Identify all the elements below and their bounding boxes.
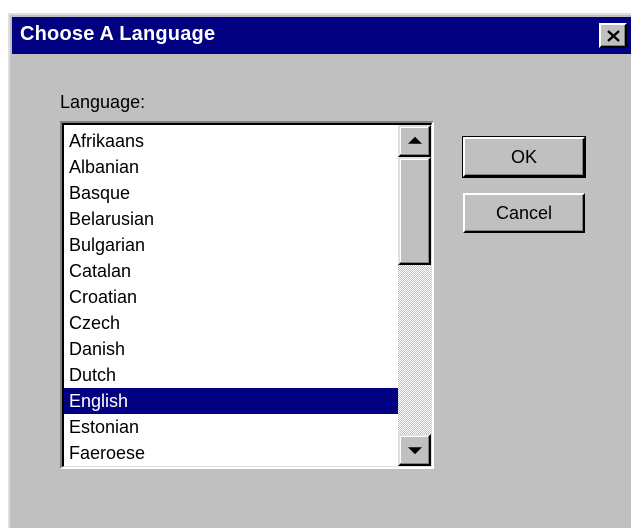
- dialog-title: Choose A Language: [20, 23, 216, 45]
- scroll-up-button[interactable]: [398, 125, 431, 157]
- list-item[interactable]: Czech: [64, 310, 401, 336]
- scroll-down-arrow-icon: [407, 447, 422, 455]
- list-item-selected[interactable]: English: [64, 388, 401, 414]
- scroll-up-arrow-icon: [407, 136, 422, 144]
- title-bar: Choose A Language: [12, 17, 631, 54]
- vertical-scrollbar[interactable]: [398, 125, 431, 466]
- ok-button[interactable]: OK: [462, 136, 586, 178]
- language-list[interactable]: Afrikaans Albanian Basque Belarusian Bulgari…: [64, 128, 401, 467]
- list-item[interactable]: Faeroese: [64, 440, 401, 466]
- scroll-down-button[interactable]: [398, 434, 431, 466]
- list-item[interactable]: Danish: [64, 336, 401, 362]
- list-item[interactable]: Finnish: [64, 466, 401, 467]
- list-item[interactable]: Belarusian: [64, 206, 401, 232]
- cancel-button[interactable]: Cancel: [463, 193, 585, 233]
- choose-language-dialog: Choose A Language Language: Afrikaans Alb…: [8, 13, 631, 528]
- list-item[interactable]: Albanian: [64, 154, 401, 180]
- scroll-thumb[interactable]: [398, 157, 431, 265]
- close-button[interactable]: [599, 23, 627, 48]
- list-item[interactable]: Croatian: [64, 284, 401, 310]
- close-icon: [607, 30, 620, 42]
- language-label: Language:: [60, 92, 146, 112]
- list-item[interactable]: Basque: [64, 180, 401, 206]
- list-item[interactable]: Bulgarian: [64, 232, 401, 258]
- language-listbox[interactable]: Afrikaans Albanian Basque Belarusian Bulgari…: [60, 121, 434, 469]
- list-item[interactable]: Estonian: [64, 414, 401, 440]
- list-item[interactable]: Catalan: [64, 258, 401, 284]
- list-item[interactable]: Dutch: [64, 362, 401, 388]
- list-item[interactable]: Afrikaans: [64, 128, 401, 154]
